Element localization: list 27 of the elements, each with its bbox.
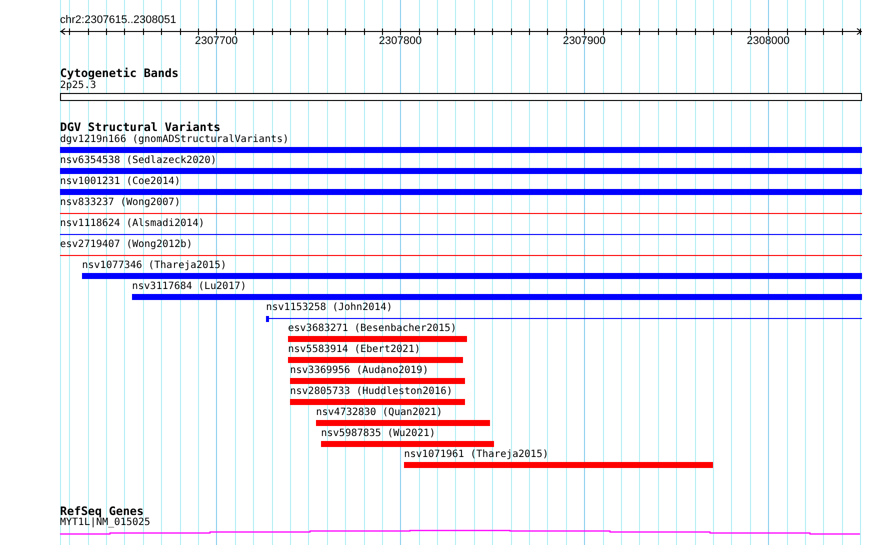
variant-label: nsv1077346 (Thareja2015) xyxy=(82,260,226,272)
tick-label: 2308000 xyxy=(746,35,790,47)
variant-label: nsv3117684 (Lu2017) xyxy=(132,281,246,293)
variant-label: esv3683271 (Besenbacher2015) xyxy=(288,323,457,335)
variant-label: nsv6354538 (Sedlazeck2020) xyxy=(60,155,217,167)
variant-label: nsv1153258 (John2014) xyxy=(266,302,392,314)
variant-label: nsv833237 (Wong2007) xyxy=(60,197,180,209)
track-title: Cytogenetic Bands xyxy=(60,67,179,79)
location-label: chr2:2307615..2308051 xyxy=(60,14,176,26)
variant-label: nsv5583914 (Ebert2021) xyxy=(288,344,420,356)
track-title: RefSeq Genes xyxy=(60,505,144,517)
tick-label: 2307800 xyxy=(378,35,422,47)
variant-label: dgv1219n166 (gnomADStructuralVariants) xyxy=(60,134,289,146)
variant-label: nsv4732830 (Quan2021) xyxy=(316,407,442,419)
variant-label: nsv1118624 (Alsmadi2014) xyxy=(60,218,204,230)
variant-label: nsv1071961 (Thareja2015) xyxy=(404,449,548,461)
tick-label: 2307700 xyxy=(194,35,238,47)
track-title: DGV Structural Variants xyxy=(60,121,221,133)
variant-label: nsv1001231 (Coe2014) xyxy=(60,176,180,188)
gene-label: MYT1L|NM_015025 xyxy=(60,517,150,529)
variant-start-marker xyxy=(266,316,269,322)
variant-label: nsv5987835 (Wu2021) xyxy=(321,428,436,440)
variant-label: esv2719407 (Wong2012b) xyxy=(60,239,192,251)
tick-label: 2307900 xyxy=(562,35,606,47)
variant-label: nsv3369956 (Audano2019) xyxy=(290,365,428,377)
band-label: 2p25.3 xyxy=(60,80,96,92)
variant-label: nsv2805733 (Huddleston2016) xyxy=(290,386,453,398)
